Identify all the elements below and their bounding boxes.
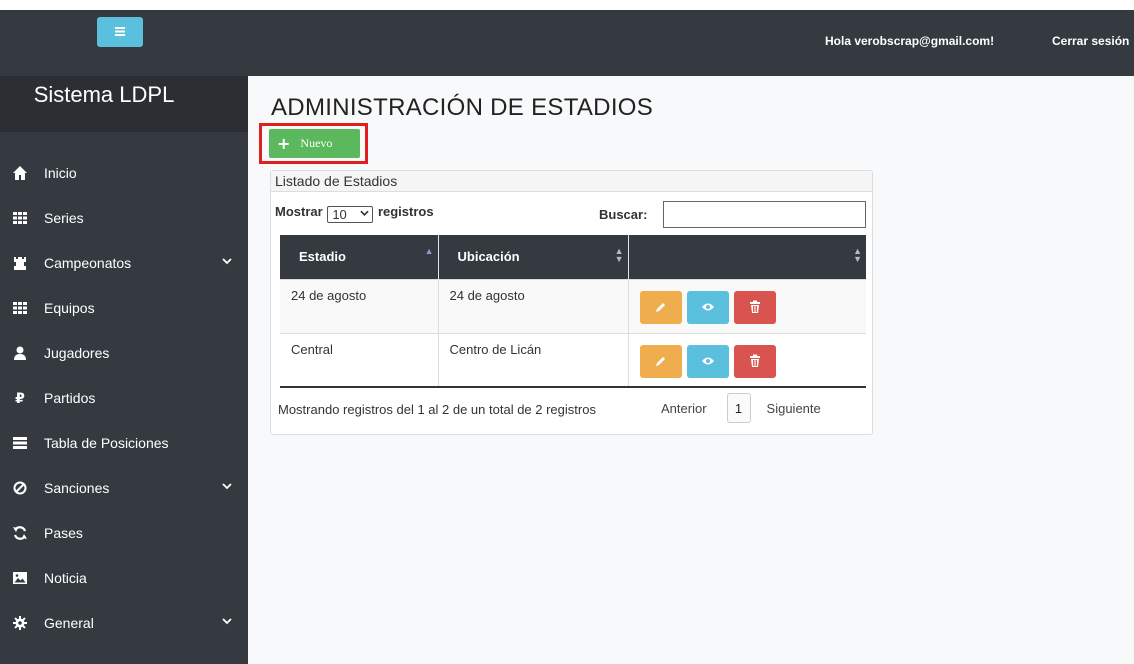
- search-label: Buscar:: [599, 207, 648, 222]
- sidebar-item-label: Sanciones: [44, 480, 110, 496]
- gear-icon: [12, 615, 28, 631]
- cell-estadio: 24 de agosto: [280, 278, 439, 333]
- trash-icon: [749, 300, 760, 313]
- cell-ubicacion: 24 de agosto: [438, 278, 629, 333]
- search-input[interactable]: [663, 201, 866, 228]
- app: Hola verobscrap@gmail.com! Cerrar sesión…: [0, 10, 1134, 664]
- chevron-down-icon: [222, 480, 232, 496]
- sidebar-item-sanciones[interactable]: Sanciones: [0, 479, 248, 524]
- sidebar-item-equipos[interactable]: Equipos: [0, 299, 248, 344]
- edit-button[interactable]: [639, 290, 682, 324]
- sidebar-item-jugadores[interactable]: Jugadores: [0, 344, 248, 389]
- highlight-box: + Nuevo: [259, 123, 368, 164]
- table-header-row: Estadio ▲ Ubicación ▲ ▼ ▲ ▼: [280, 235, 866, 279]
- cell-actions: [628, 278, 866, 333]
- plus-icon: +: [277, 133, 291, 153]
- sidebar-item-campeonatos[interactable]: Campeonatos: [0, 254, 248, 299]
- eye-icon: [701, 303, 714, 311]
- column-header-ubicacion[interactable]: Ubicación ▲ ▼: [438, 235, 629, 279]
- sidebar-item-noticia[interactable]: Noticia: [0, 569, 248, 614]
- hamburger-icon: [115, 23, 125, 41]
- stadiums-panel: Listado de Estadios Mostrar 10 registros…: [270, 170, 873, 435]
- logout-link[interactable]: Cerrar sesión: [1052, 34, 1129, 48]
- sort-icon: ▲ ▼: [614, 246, 624, 264]
- delete-button[interactable]: [733, 290, 776, 324]
- sidebar-item-label: Pases: [44, 525, 83, 541]
- sidebar-item-series[interactable]: Series: [0, 209, 248, 254]
- top-bar: Hola verobscrap@gmail.com! Cerrar sesión: [0, 10, 1134, 76]
- rook-icon: [12, 255, 28, 271]
- sidebar-nav: Inicio Series Campeonatos Equipos Jugado…: [0, 164, 248, 659]
- sidebar: Sistema LDPL Inicio Series Campeonatos E…: [0, 76, 248, 664]
- cell-actions: [628, 332, 866, 388]
- column-header-estadio[interactable]: Estadio ▲: [280, 235, 439, 279]
- chevron-down-icon: [222, 615, 232, 631]
- sidebar-item-label: Jugadores: [44, 345, 110, 361]
- sidebar-item-label: Inicio: [44, 165, 77, 181]
- table-row: 24 de agosto 24 de agosto: [280, 278, 866, 333]
- ban-icon: [12, 480, 28, 496]
- length-control: Mostrar 10 registros: [275, 203, 434, 223]
- sidebar-item-label: Series: [44, 210, 84, 226]
- sidebar-item-label: Noticia: [44, 570, 87, 586]
- new-button[interactable]: + Nuevo: [269, 129, 360, 158]
- sidebar-item-partidos[interactable]: ₽ Partidos: [0, 389, 248, 434]
- edit-button[interactable]: [639, 344, 682, 378]
- length-select[interactable]: 10: [327, 206, 374, 223]
- list-icon: [12, 435, 28, 451]
- sidebar-item-label: Partidos: [44, 390, 96, 406]
- table-row: Central Centro de Licán: [280, 332, 866, 388]
- sidebar-item-label: Tabla de Posiciones: [44, 435, 169, 451]
- grid-icon: [12, 210, 28, 226]
- brand-label: Sistema LDPL: [33, 82, 175, 107]
- sort-icon: ▲ ▼: [853, 246, 862, 264]
- ruble-icon: ₽: [15, 390, 25, 406]
- pagination-page-1[interactable]: 1: [726, 393, 751, 423]
- length-suffix: registros: [377, 204, 434, 219]
- home-icon: [12, 165, 28, 181]
- cell-ubicacion: Centro de Licán: [438, 332, 629, 388]
- length-value: 10: [332, 207, 347, 222]
- sort-asc-icon: ▲: [424, 246, 434, 256]
- image-icon: [12, 570, 28, 586]
- cell-estadio: Central: [280, 332, 439, 388]
- sidebar-item-label: General: [44, 615, 94, 631]
- sidebar-item-inicio[interactable]: Inicio: [0, 164, 248, 209]
- brand-title: Sistema LDPL: [0, 76, 248, 132]
- sidebar-item-general[interactable]: General: [0, 614, 248, 659]
- trash-icon: [749, 354, 760, 367]
- sidebar-item-label: Campeonatos: [44, 255, 132, 271]
- pagination-next[interactable]: Siguiente: [767, 401, 821, 416]
- table-info: Mostrando registros del 1 al 2 de un tot…: [278, 402, 596, 417]
- new-button-label: Nuevo: [300, 136, 333, 150]
- stadiums-table: Estadio ▲ Ubicación ▲ ▼ ▲ ▼ 24 de agosto…: [280, 235, 866, 388]
- user-icon: [12, 345, 28, 361]
- panel-title: Listado de Estadios: [271, 171, 872, 192]
- pencil-icon: [655, 357, 665, 366]
- refresh-icon: [12, 525, 28, 541]
- pencil-icon: [655, 303, 665, 312]
- grid-icon: [12, 300, 28, 316]
- main-content: ADMINISTRACIÓN DE ESTADIOS + Nuevo Lista…: [248, 76, 1134, 664]
- sidebar-item-pases[interactable]: Pases: [0, 524, 248, 569]
- sidebar-item-tabla-de-posiciones[interactable]: Tabla de Posiciones: [0, 434, 248, 479]
- chevron-down-icon: [222, 255, 232, 271]
- page-title: ADMINISTRACIÓN DE ESTADIOS: [271, 94, 654, 121]
- chevron-down-icon: [360, 207, 369, 222]
- column-header-actions[interactable]: ▲ ▼: [628, 235, 866, 279]
- menu-toggle-button[interactable]: [97, 17, 143, 47]
- view-button[interactable]: [686, 290, 729, 324]
- pagination: Anterior 1 Siguiente: [661, 393, 821, 423]
- eye-icon: [701, 357, 714, 365]
- user-greeting: Hola verobscrap@gmail.com!: [825, 34, 995, 48]
- column-label: Estadio: [299, 249, 346, 265]
- sidebar-item-label: Equipos: [44, 300, 95, 316]
- length-prefix: Mostrar: [275, 204, 323, 219]
- delete-button[interactable]: [733, 344, 776, 378]
- pagination-previous[interactable]: Anterior: [661, 401, 707, 416]
- column-label: Ubicación: [457, 249, 520, 265]
- view-button[interactable]: [686, 344, 729, 378]
